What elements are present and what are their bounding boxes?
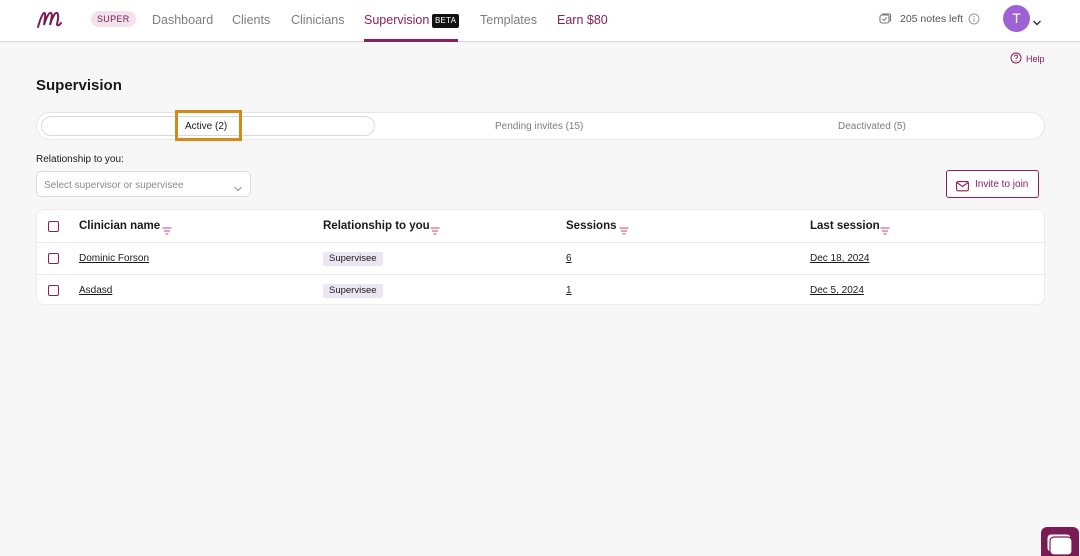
beta-badge: BETA (432, 14, 460, 28)
chat-icon (1046, 533, 1074, 556)
tab-active[interactable]: Active (2) (185, 121, 227, 132)
notes-left: 205 notes left (900, 13, 964, 25)
sessions-link[interactable]: 1 (566, 285, 572, 296)
tab-pending-invites[interactable]: Pending invites (15) (495, 121, 583, 132)
row-divider (37, 242, 1046, 243)
filter-label: Relationship to you: (36, 154, 124, 165)
filter-sort-icon[interactable] (430, 222, 440, 240)
help-circle-icon (1010, 52, 1022, 66)
clinician-name-link[interactable]: Dominic Forson (79, 253, 149, 264)
chevron-down-icon (233, 180, 243, 198)
filter-sort-icon[interactable] (619, 222, 629, 240)
clinicians-table: Clinician name Relationship to you Sessi… (36, 209, 1046, 305)
nav-templates[interactable]: Templates (480, 13, 537, 27)
row-checkbox[interactable] (48, 253, 59, 264)
last-session-link[interactable]: Dec 5, 2024 (810, 285, 864, 296)
relationship-badge: Supervisee (323, 252, 383, 266)
column-header-last-session[interactable]: Last session (810, 220, 880, 232)
nav-clients[interactable]: Clients (232, 13, 270, 27)
chevron-down-icon[interactable] (1032, 14, 1042, 32)
select-all-checkbox[interactable] (48, 221, 59, 232)
last-session-link[interactable]: Dec 18, 2024 (810, 253, 870, 264)
invite-label: Invite to join (975, 179, 1029, 190)
column-header-relationship[interactable]: Relationship to you (323, 220, 430, 232)
nav-clinicians[interactable]: Clinicians (291, 13, 345, 27)
nav-active-indicator (364, 39, 458, 42)
row-checkbox[interactable] (48, 285, 59, 296)
help-label: Help (1026, 54, 1045, 64)
plan-badge: SUPER (91, 11, 136, 27)
m-logo-icon[interactable] (36, 8, 66, 35)
chat-button[interactable] (1041, 527, 1079, 556)
clinician-name-link[interactable]: Asdasd (79, 285, 112, 296)
select-placeholder: Select supervisor or supervisee (44, 180, 184, 191)
info-icon[interactable] (968, 12, 980, 30)
filter-sort-icon[interactable] (880, 222, 890, 240)
nav-supervision[interactable]: Supervision (364, 13, 429, 27)
relationship-badge: Supervisee (323, 284, 383, 298)
page-title: Supervision (36, 77, 122, 94)
filter-sort-icon[interactable] (162, 222, 172, 240)
nav-earn[interactable]: Earn $80 (557, 13, 608, 27)
top-nav: SUPER Dashboard Clients Clinicians Super… (0, 0, 1080, 42)
avatar[interactable]: T (1003, 5, 1030, 32)
invite-to-join-button[interactable]: Invite to join (946, 170, 1039, 198)
column-header-clinician-name[interactable]: Clinician name (79, 220, 160, 232)
relationship-select[interactable]: Select supervisor or supervisee (36, 171, 251, 197)
row-divider (37, 274, 1046, 275)
nav-dashboard[interactable]: Dashboard (152, 13, 213, 27)
tab-deactivated[interactable]: Deactivated (5) (838, 121, 906, 132)
mail-icon (956, 179, 969, 197)
sessions-link[interactable]: 6 (566, 253, 572, 264)
notes-icon (878, 12, 892, 31)
column-header-sessions[interactable]: Sessions (566, 220, 617, 232)
